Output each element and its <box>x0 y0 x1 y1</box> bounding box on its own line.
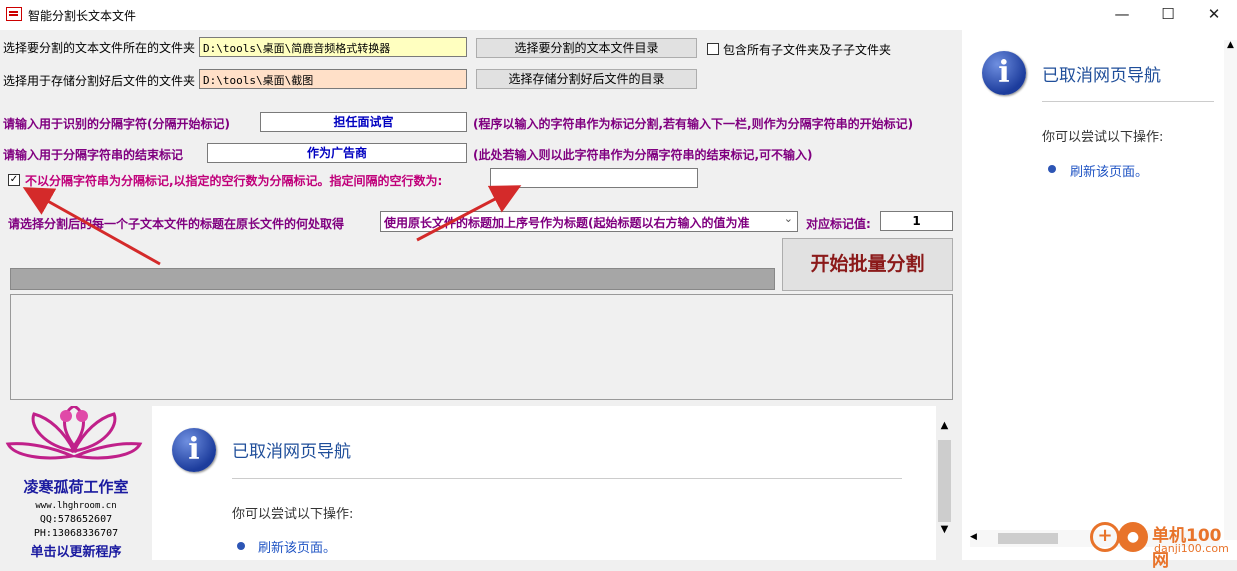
lotus-logo <box>5 406 143 460</box>
title-source-label: 请选择分割后的每一个子文本文件的标题在原长文件的何处取得 <box>8 217 345 231</box>
close-button[interactable]: ✕ <box>1191 0 1237 30</box>
nav-error-title: 已取消网页导航 <box>232 442 351 462</box>
gamepad-icon: ● <box>1118 522 1148 552</box>
app-icon <box>6 7 22 21</box>
nav-error-suggest: 你可以尝试以下操作: <box>1042 130 1164 145</box>
start-marker-label: 请输入用于识别的分隔字符(分隔开始标记) <box>3 117 230 131</box>
scrollbar-thumb[interactable] <box>998 533 1058 544</box>
update-link[interactable]: 单击以更新程序 <box>0 541 152 560</box>
vertical-scrollbar[interactable]: ▲ ▼ <box>936 420 953 540</box>
counter-field[interactable]: 1 <box>880 211 953 231</box>
blank-lines-label: 不以分隔字符串为分隔标记,以指定的空行数为分隔标记。指定间隔的空行数为: <box>25 174 443 188</box>
plus-icon: + <box>1090 522 1120 552</box>
divider <box>1042 101 1214 102</box>
source-folder-field[interactable]: D:\tools\桌面\简鹿音频格式转换器 <box>199 37 467 57</box>
right-browser: i 已取消网页导航 你可以尝试以下操作: 刷新该页面。 ▲ ◀ <box>962 30 1237 560</box>
refresh-link[interactable]: 刷新该页面。 <box>258 537 336 556</box>
output-folder-label: 选择用于存储分割好后文件的文件夹 <box>3 74 196 88</box>
include-subfolders-label: 包含所有子文件夹及子子文件夹 <box>723 43 892 57</box>
source-folder-label: 选择要分割的文本文件所在的文件夹 <box>3 41 196 55</box>
scrollbar-thumb[interactable] <box>938 440 951 522</box>
embedded-browser: i 已取消网页导航 你可以尝试以下操作: 刷新该页面。 <box>152 406 936 560</box>
divider <box>232 478 902 479</box>
title-source-select[interactable]: 使用原长文件的标题加上序号作为标题(起始标题以右方输入的值为准 ⌄ <box>380 211 798 232</box>
blank-lines-count-field[interactable] <box>490 168 698 188</box>
scroll-left-icon[interactable]: ◀ <box>970 532 977 542</box>
end-marker-label: 请输入用于分隔字符串的结束标记 <box>3 148 184 162</box>
minimize-button[interactable]: — <box>1099 0 1145 30</box>
watermark-logo: + ● <box>1088 518 1150 560</box>
counter-label: 对应标记值: <box>806 217 871 231</box>
maximize-button[interactable]: ☐ <box>1145 0 1191 30</box>
title-bar: 智能分割长文本文件 — ☐ ✕ <box>0 0 1237 30</box>
scroll-down-icon[interactable]: ▼ <box>936 524 953 535</box>
scroll-up-icon[interactable]: ▲ <box>936 420 953 431</box>
choose-output-folder-button[interactable]: 选择存储分割好后文件的目录 <box>476 69 697 89</box>
output-folder-field[interactable]: D:\tools\桌面\截图 <box>199 69 467 89</box>
chevron-down-icon: ⌄ <box>783 212 793 225</box>
window-title: 智能分割长文本文件 <box>28 9 137 23</box>
title-source-selected: 使用原长文件的标题加上序号作为标题(起始标题以右方输入的值为准 <box>384 216 750 230</box>
studio-site: www.lhghroom.cn <box>35 501 117 511</box>
start-marker-field[interactable]: 担任面试官 <box>260 112 467 132</box>
start-split-button[interactable]: 开始批量分割 <box>782 238 953 291</box>
choose-source-folder-button[interactable]: 选择要分割的文本文件目录 <box>476 38 697 58</box>
start-marker-hint: (程序以输入的字符串作为标记分割,若有输入下一栏,则作为分隔字符串的开始标记) <box>473 117 914 131</box>
nav-error-title: 已取消网页导航 <box>1042 66 1161 86</box>
scroll-up-icon[interactable]: ▲ <box>1224 40 1237 50</box>
end-marker-field[interactable]: 作为广告商 <box>207 143 467 163</box>
bullet-icon <box>237 542 245 550</box>
bullet-icon <box>1048 165 1056 173</box>
blank-lines-checkbox[interactable]: ✓ <box>8 174 20 186</box>
info-icon: i <box>172 428 216 472</box>
right-scrollbar[interactable]: ▲ <box>1224 40 1237 540</box>
nav-error-suggest: 你可以尝试以下操作: <box>232 507 354 522</box>
studio-qq: QQ:578652607 <box>39 514 113 525</box>
info-icon: i <box>982 51 1026 95</box>
progress-bar <box>10 268 775 290</box>
refresh-link[interactable]: 刷新该页面。 <box>1070 161 1148 180</box>
logo-panel: 凌寒孤荷工作室 www.lhghroom.cn QQ:578652607 PH:… <box>0 404 152 560</box>
watermark-site-url: danji100.com <box>1154 542 1229 555</box>
end-marker-hint: (此处若输入则以此字符串作为分隔字符串的结束标记,可不输入) <box>473 148 813 162</box>
studio-phone: PH:13068336707 <box>33 528 119 539</box>
studio-name: 凌寒孤荷工作室 <box>23 478 129 496</box>
log-area[interactable] <box>10 294 953 400</box>
include-subfolders-checkbox[interactable] <box>707 43 719 55</box>
